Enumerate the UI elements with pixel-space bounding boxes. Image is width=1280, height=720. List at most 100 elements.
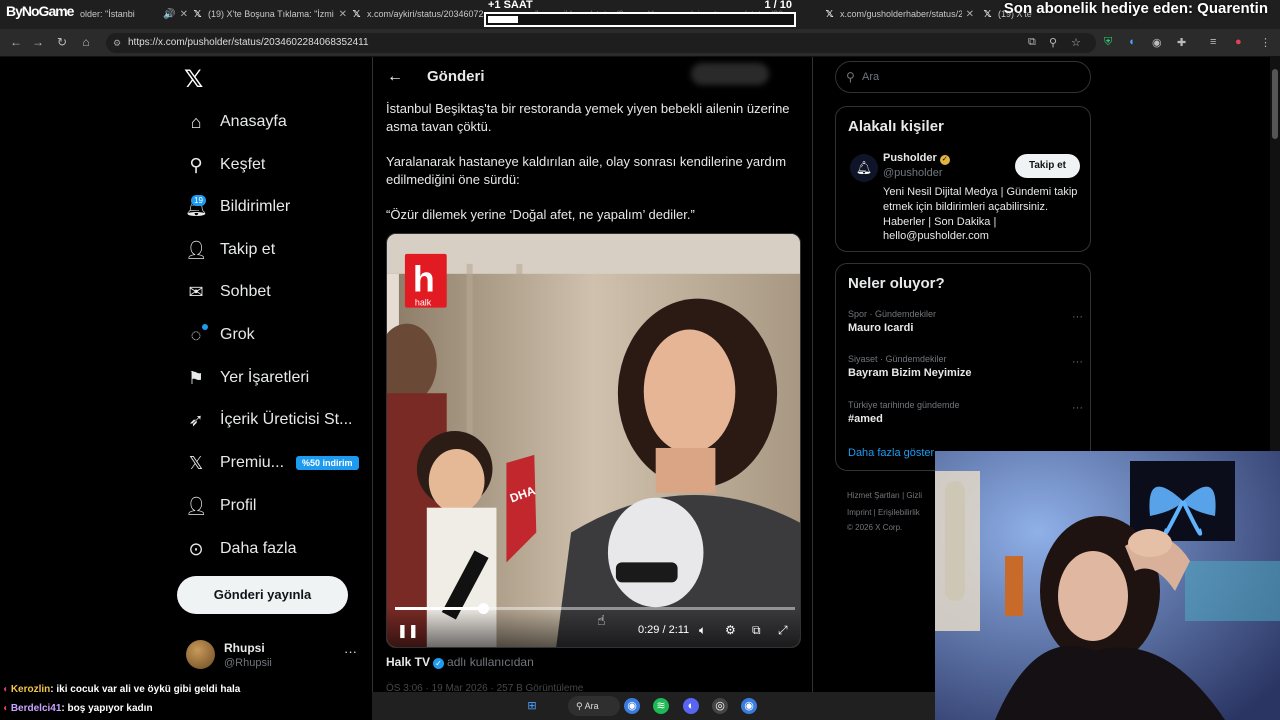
source-name: Halk TV (386, 655, 431, 669)
more-circle-icon: ⊙ (188, 539, 204, 559)
trend-item[interactable]: Siyaset · Gündemdekiler Bayram Bizim Ney… (848, 354, 1083, 379)
trend-title: #amed (848, 413, 883, 425)
channel-logo-text: halk (415, 298, 432, 308)
nav-label: Grok (220, 326, 255, 343)
obs-icon[interactable]: ◎ (712, 698, 728, 714)
video-source[interactable]: Halk TV ✓ adlı kullanıcıdan (386, 655, 534, 669)
timer-bar (484, 12, 796, 27)
footer-links[interactable]: Hizmet Şartları | Gizli (847, 491, 922, 500)
more-icon[interactable]: ··· (1072, 356, 1083, 368)
nav-item-grok[interactable]: ◌ Grok (185, 320, 255, 350)
nav-item-more[interactable]: ⊙ Daha fazla (185, 534, 297, 564)
account-name: Rhupsi (224, 641, 265, 655)
forward-icon[interactable]: → (30, 35, 46, 49)
video-player[interactable]: DHA h halk ❚❚ 0:29 / 2:11 🔈︎ ⚙ ⧉ ⤢ ☝ (386, 233, 801, 648)
picture-in-picture-icon[interactable]: ⧉ (752, 623, 761, 638)
follow-icon: 👤︎ (185, 240, 208, 260)
nav-item-profile[interactable]: 👤︎ Profil (185, 491, 256, 521)
video-controls (387, 607, 800, 647)
more-icon[interactable]: ··· (1072, 311, 1083, 323)
scrollbar-thumb[interactable] (1272, 69, 1278, 139)
x-premium-icon: 𝕏 (188, 453, 204, 473)
nav-item-creator-studio[interactable]: ➶ İçerik Üreticisi St... (185, 405, 352, 435)
tab-close-icon[interactable]: ✕ (339, 9, 347, 20)
browser-tab[interactable]: older: "İstanbi 🔊 ✕ (80, 2, 188, 26)
nav-item-explore[interactable]: ⚲ Keşfet (185, 150, 265, 180)
video-progress-bar[interactable] (395, 603, 795, 614)
account-avatar-bell-icon[interactable]: 🔔︎ (850, 154, 878, 182)
chat-message: ◖ Berdelci41: boş yapıyor kadın (2, 703, 153, 714)
search-icon: ⚲ (576, 701, 585, 711)
more-icon[interactable]: ··· (1072, 402, 1083, 414)
puzzle-icon[interactable]: ✚ (1177, 36, 1186, 49)
back-arrow-icon[interactable]: ← (387, 68, 403, 86)
trend-item[interactable]: Spor · Gündemdekiler Mauro Icardi ··· (848, 309, 1083, 334)
show-more-link[interactable]: Daha fazla göster (848, 447, 934, 459)
chrome-icon[interactable]: ◉ (624, 698, 640, 714)
nav-item-premium[interactable]: 𝕏 Premiu... %50 indirim (185, 448, 359, 478)
nav-item-home[interactable]: ⌂ Anasayfa (185, 107, 287, 137)
bookmark-star-icon[interactable]: ☆ (1071, 36, 1081, 49)
nav-label: Keşfet (220, 156, 266, 173)
menu-icon[interactable]: ⋮ (1260, 36, 1271, 49)
card-title: Neler oluyor? (848, 275, 945, 292)
extension-icon[interactable]: ◖ (1128, 36, 1135, 48)
page-scrollbar[interactable] (1270, 57, 1280, 451)
windows-start-icon[interactable]: ⊞ (524, 698, 540, 714)
extension-icon[interactable]: ◉ (1152, 36, 1162, 49)
browser-tab[interactable]: 𝕏 x.com/aykiri/status/203460723 (351, 2, 484, 26)
pause-icon[interactable]: ❚❚ (397, 623, 419, 639)
search-box[interactable]: ⚲ Ara (835, 61, 1091, 93)
discord-icon[interactable]: ◐ (683, 698, 699, 714)
url-field[interactable]: ⚙ https://x.com/pusholder/status/2034602… (106, 33, 1096, 53)
volume-icon[interactable]: 🔈︎ (699, 623, 706, 638)
account-handle: @Rhupsii (224, 657, 272, 669)
tab-title: x.com/gusholderhaber/status/2 (840, 9, 962, 19)
avatar (186, 640, 215, 669)
account-name[interactable]: Pusholder ✓ (883, 152, 950, 165)
fullscreen-icon[interactable]: ⤢ (778, 623, 788, 638)
profile-avatar-icon[interactable]: ● (1235, 36, 1242, 48)
tab-close-icon[interactable]: ✕ (180, 9, 188, 20)
nav-item-messages[interactable]: ✉ Sohbet (185, 277, 270, 307)
tab-title: (19) X'te Boşuna Tıklama: "İzmi (208, 9, 334, 19)
footer-links[interactable]: Imprint | Erişilebilirlik (847, 508, 920, 517)
tab-search-icon[interactable]: ≡ (1210, 36, 1216, 48)
post-text: İstanbul Beşiktaş'ta bir restoranda yeme… (386, 101, 790, 134)
shield-extension-icon[interactable]: ⛨ (1104, 36, 1112, 49)
account-switcher[interactable]: Rhupsi @Rhupsii ··· (186, 640, 366, 674)
chat-message: ◖ Kerozlin: iki cocuk var ali ve öykü gi… (2, 684, 240, 695)
more-icon[interactable]: ··· (344, 644, 357, 659)
nav-item-follow[interactable]: 👤︎ Takip et (185, 235, 275, 265)
settings-icon[interactable]: ⚙ (725, 623, 736, 637)
install-icon[interactable]: ⧉ (1028, 36, 1036, 49)
back-icon[interactable]: ← (8, 35, 24, 49)
tab-audio-icon[interactable]: 🔊 (163, 9, 175, 20)
bookmark-icon: ⚑ (187, 368, 205, 388)
follow-button[interactable]: Takip et (1015, 154, 1080, 178)
spotify-icon[interactable]: ≋ (653, 698, 669, 714)
left-navigation: 𝕏 ⌂ Anasayfa ⚲ Keşfet 🔔︎ Bildirimler 19 … (0, 57, 372, 720)
tab-close-icon[interactable]: ✕ (966, 9, 974, 20)
nav-item-bookmarks[interactable]: ⚑ Yer İşaretleri (185, 363, 309, 393)
zoom-icon[interactable]: ⚲ (1049, 36, 1057, 49)
site-info-icon[interactable]: ⚙ (113, 33, 121, 53)
address-bar: ← → ↻ ⌂ ⚙ https://x.com/pusholder/status… (0, 29, 1280, 57)
timer-bar-fill (488, 16, 519, 23)
stream-brand-overlay: ByNoGame (6, 3, 74, 19)
trend-item[interactable]: Türkiye tarihinde gündemde #amed ··· (848, 400, 1083, 425)
nav-label: Daha fazla (220, 540, 297, 557)
taskbar-search[interactable]: ⚲ Ara (568, 696, 620, 716)
reload-icon[interactable]: ↻ (54, 35, 70, 49)
x-logo-icon[interactable]: 𝕏 (184, 65, 203, 94)
search-input[interactable]: Ara (862, 71, 879, 83)
browser-tab[interactable]: 𝕏 (19) X'te Boşuna Tıklama: "İzmi ✕ (192, 2, 347, 26)
nav-label: Anasayfa (220, 113, 287, 130)
browser-tab[interactable]: 𝕏 x.com/gusholderhaber/status/2 ✕ (824, 2, 974, 26)
video-frame: DHA h halk (387, 234, 800, 647)
chrome-active-icon[interactable]: ◉ (741, 698, 757, 714)
post-button[interactable]: Gönderi yayınla (177, 576, 348, 614)
home-icon[interactable]: ⌂ (78, 35, 94, 49)
timer-count: 1 / 10 (764, 0, 792, 11)
verified-gold-icon: ✓ (939, 155, 950, 165)
